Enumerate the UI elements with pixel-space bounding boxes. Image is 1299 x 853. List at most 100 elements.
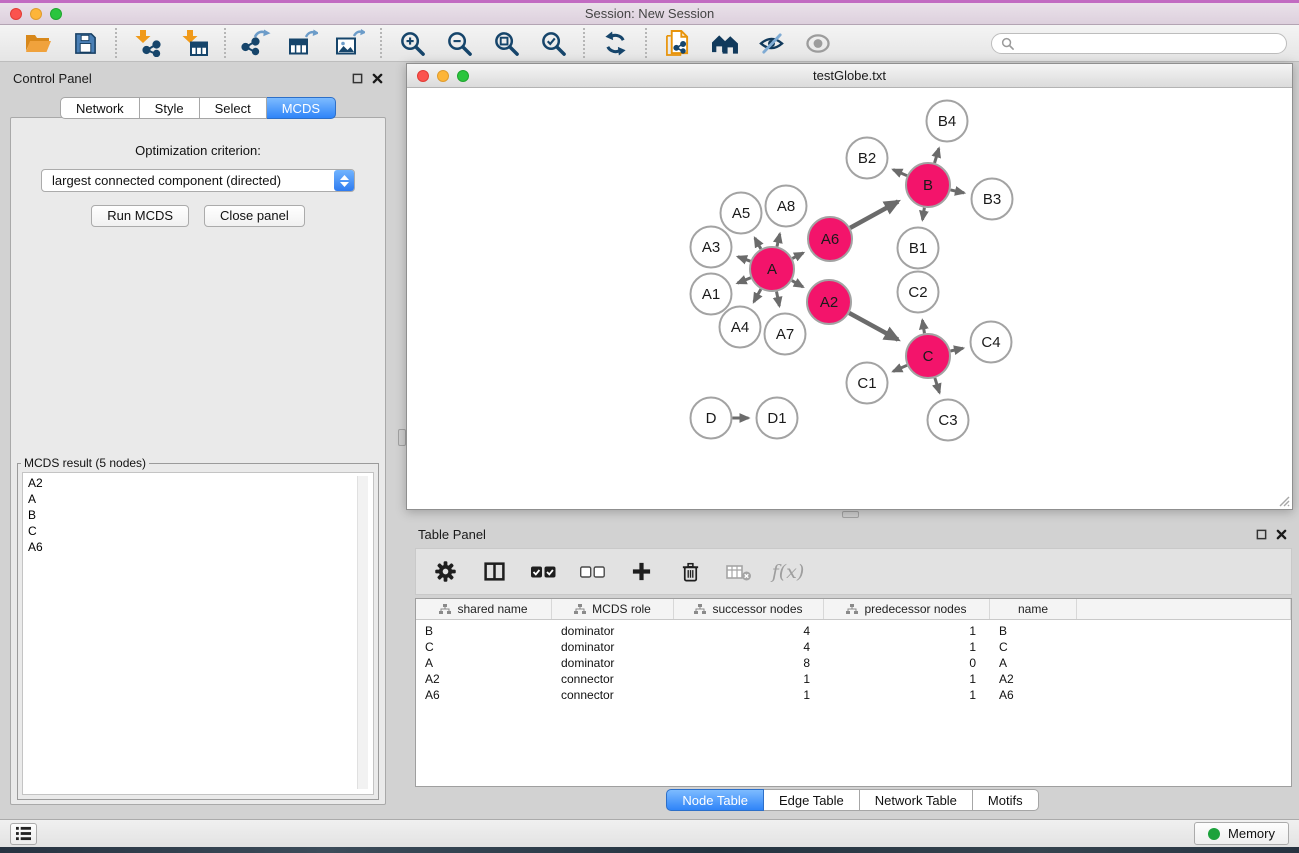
task-history-button[interactable] (10, 823, 37, 845)
result-list-item[interactable]: C (28, 523, 368, 539)
checked-checkboxes-icon (530, 564, 557, 580)
result-list-item[interactable]: A (28, 491, 368, 507)
result-list-item[interactable]: A6 (28, 539, 368, 555)
edge-C-C1[interactable] (893, 365, 907, 371)
save-session-button[interactable] (69, 28, 101, 58)
column-header-name[interactable]: name (990, 599, 1077, 619)
column-header-MCDS-role[interactable]: MCDS role (552, 599, 674, 619)
mcds-result-list[interactable]: A2ABCA6 (22, 472, 374, 795)
function-builder-button[interactable]: f(x) (772, 556, 804, 588)
tab-edge-table[interactable]: Edge Table (764, 789, 860, 811)
select-all-button[interactable] (527, 556, 559, 588)
column-settings-button[interactable] (429, 556, 461, 588)
network-view-window: testGlobe.txt B4B2BB3A8A5A6B1A3AC2A1A2A4… (406, 63, 1293, 510)
table-row[interactable]: Bdominator41B (416, 623, 1291, 639)
tab-network-table[interactable]: Network Table (860, 789, 973, 811)
zoom-selected-button[interactable] (537, 28, 569, 58)
float-table-panel-icon[interactable] (1256, 529, 1267, 540)
table-row[interactable]: A6connector11A6 (416, 687, 1291, 703)
search-input[interactable] (1020, 35, 1277, 51)
export-network-button[interactable] (240, 28, 272, 58)
import-table-button[interactable] (178, 28, 210, 58)
zoom-fit-button[interactable] (490, 28, 522, 58)
export-image-button[interactable] (334, 28, 366, 58)
zoom-in-button[interactable] (396, 28, 428, 58)
traffic-lights (10, 8, 62, 20)
zoom-out-button[interactable] (443, 28, 475, 58)
edge-A2-C[interactable] (849, 313, 898, 340)
refresh-view-button[interactable] (599, 28, 631, 58)
edge-C-C4[interactable] (950, 348, 963, 351)
clone-network-button[interactable] (661, 28, 693, 58)
criterion-dropdown[interactable]: largest connected component (directed) (41, 169, 355, 192)
delete-rows-button[interactable] (674, 556, 706, 588)
edge-A-A1[interactable] (737, 278, 750, 283)
float-panel-icon[interactable] (352, 73, 363, 84)
delete-table-button[interactable] (723, 556, 755, 588)
tab-motifs[interactable]: Motifs (973, 789, 1039, 811)
edge-A-A7[interactable] (777, 292, 780, 306)
edge-C-C3[interactable] (935, 378, 940, 393)
table-row[interactable]: Adominator80A (416, 655, 1291, 671)
add-row-button[interactable] (625, 556, 657, 588)
tab-select[interactable]: Select (200, 97, 267, 119)
node-label-B4: B4 (938, 113, 956, 130)
close-panel-button[interactable]: Close panel (204, 205, 305, 227)
zoom-window-button[interactable] (50, 8, 62, 20)
tab-node-table[interactable]: Node Table (666, 789, 764, 811)
table-row[interactable]: A2connector11A2 (416, 671, 1291, 687)
import-network-button[interactable] (131, 28, 163, 58)
horizontal-splitter-handle[interactable] (842, 511, 859, 518)
network-window-titlebar[interactable]: testGlobe.txt (407, 64, 1292, 88)
vertical-splitter-handle[interactable] (398, 429, 406, 446)
table-cell: 8 (674, 656, 824, 670)
first-neighbors-button[interactable] (708, 28, 740, 58)
edge-A-A4[interactable] (754, 289, 761, 302)
edge-A6-B[interactable] (850, 201, 898, 227)
table-panel-title: Table Panel (418, 527, 486, 542)
control-panel-tabs: NetworkStyleSelectMCDS (60, 97, 336, 119)
tab-style[interactable]: Style (140, 97, 200, 119)
table-cell: A2 (416, 672, 552, 686)
result-list-scrollbar[interactable] (357, 476, 368, 789)
network-minimize-button[interactable] (437, 70, 449, 82)
memory-button[interactable]: Memory (1194, 822, 1289, 845)
tab-mcds[interactable]: MCDS (267, 97, 336, 119)
run-mcds-button[interactable]: Run MCDS (91, 205, 189, 227)
edge-A-A8[interactable] (777, 234, 780, 247)
edge-B-B4[interactable] (935, 148, 939, 163)
close-window-button[interactable] (10, 8, 22, 20)
network-close-button[interactable] (417, 70, 429, 82)
memory-label: Memory (1228, 826, 1275, 841)
tab-network[interactable]: Network (60, 97, 140, 119)
close-panel-icon[interactable] (372, 73, 383, 84)
resize-grip-icon[interactable] (1277, 494, 1290, 507)
split-table-pane-button[interactable] (478, 556, 510, 588)
edge-A-A5[interactable] (755, 238, 761, 249)
column-header-predecessor-nodes[interactable]: predecessor nodes (824, 599, 990, 619)
result-list-item[interactable]: A2 (28, 475, 368, 491)
network-graph[interactable]: B4B2BB3A8A5A6B1A3AC2A1A2A4A7C4CC1C3DD1 (407, 89, 1292, 510)
edge-B-B1[interactable] (922, 208, 924, 220)
open-session-button[interactable] (22, 28, 54, 58)
deselect-all-button[interactable] (576, 556, 608, 588)
table-row[interactable]: Cdominator41C (416, 639, 1291, 655)
minimize-window-button[interactable] (30, 8, 42, 20)
node-table[interactable]: shared nameMCDS rolesuccessor nodesprede… (415, 598, 1292, 787)
search-field[interactable] (991, 33, 1287, 54)
result-list-item[interactable]: B (28, 507, 368, 523)
close-table-panel-icon[interactable] (1276, 529, 1287, 540)
column-header-shared-name[interactable]: shared name (416, 599, 552, 619)
edge-C-C2[interactable] (922, 320, 924, 333)
network-zoom-button[interactable] (457, 70, 469, 82)
edge-A-A3[interactable] (738, 257, 750, 261)
edge-B-B2[interactable] (893, 170, 907, 176)
edge-B-B3[interactable] (950, 190, 964, 193)
column-header-successor-nodes[interactable]: successor nodes (674, 599, 824, 619)
edge-A-A6[interactable] (792, 253, 803, 259)
hide-graphics-details-button[interactable] (755, 28, 787, 58)
birds-eye-view-button[interactable] (802, 28, 834, 58)
edge-A-A2[interactable] (792, 281, 803, 287)
export-table-button[interactable] (287, 28, 319, 58)
export-image-icon (335, 29, 365, 57)
